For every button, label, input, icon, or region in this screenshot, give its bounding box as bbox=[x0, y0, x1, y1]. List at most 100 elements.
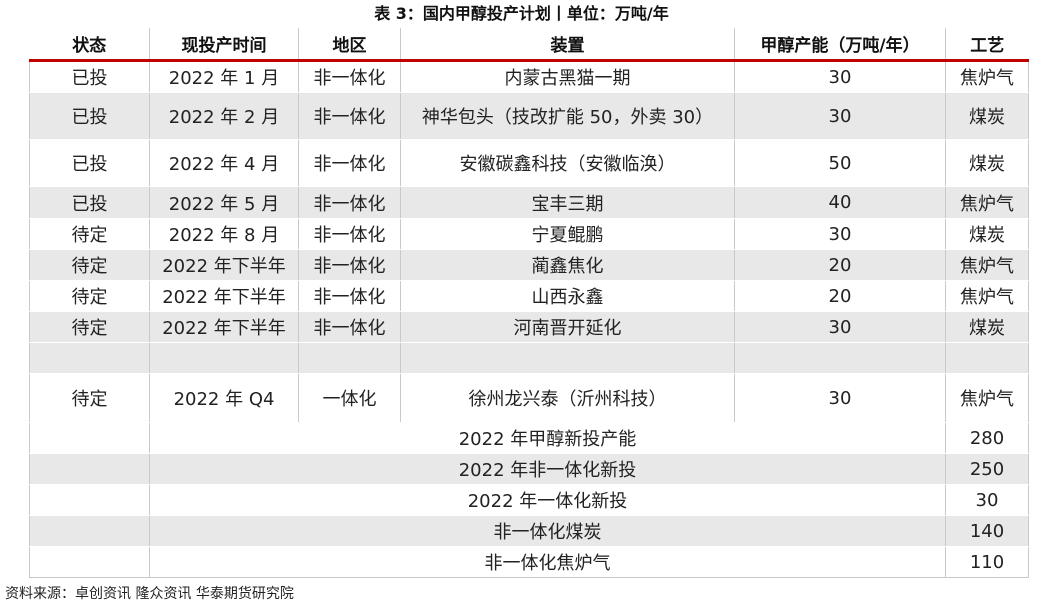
cell-capacity: 20 bbox=[734, 249, 946, 281]
table-row: 已投 2022 年 4 月 非一体化 安徽碳鑫科技（安徽临涣） 50 煤炭 bbox=[29, 139, 1029, 187]
table-row: 待定 2022 年下半年 非一体化 蔺鑫焦化 20 焦炉气 bbox=[29, 249, 1029, 281]
summary-blank bbox=[29, 515, 150, 547]
summary-label: 非一体化焦炉气 bbox=[149, 546, 946, 578]
cell-process bbox=[945, 342, 1029, 374]
cell-capacity: 30 bbox=[734, 311, 946, 343]
cell-capacity: 30 bbox=[734, 218, 946, 250]
cell-plant: 宝丰三期 bbox=[400, 186, 735, 219]
cell-capacity: 30 bbox=[734, 373, 946, 423]
summary-row: 2022 年非一体化新投 250 bbox=[29, 453, 1029, 485]
cell-time bbox=[149, 342, 299, 374]
summary-row: 2022 年一体化新投 30 bbox=[29, 484, 1029, 516]
table-title: 表 3：国内甲醇投产计划丨单位：万吨/年 bbox=[374, 4, 669, 23]
cell-status: 待定 bbox=[29, 373, 150, 423]
cell-time: 2022 年下半年 bbox=[149, 280, 299, 312]
cell-process: 焦炉气 bbox=[945, 186, 1029, 219]
cell-process: 煤炭 bbox=[945, 218, 1029, 250]
cell-time: 2022 年下半年 bbox=[149, 311, 299, 343]
cell-status: 已投 bbox=[29, 60, 150, 93]
cell-plant: 蔺鑫焦化 bbox=[400, 249, 735, 281]
cell-time: 2022 年下半年 bbox=[149, 249, 299, 281]
header-process: 工艺 bbox=[945, 28, 1029, 62]
cell-process: 焦炉气 bbox=[945, 373, 1029, 423]
cell-region: 非一体化 bbox=[298, 311, 401, 343]
cell-plant: 神华包头（技改扩能 50，外卖 30） bbox=[400, 92, 735, 140]
capacity-table: 状态 现投产时间 地区 装置 甲醇产能（万吨/年） 工艺 已投 2022 年 1… bbox=[29, 28, 1029, 578]
cell-region bbox=[298, 342, 401, 374]
cell-plant: 内蒙古黑猫一期 bbox=[400, 60, 735, 93]
cell-region: 非一体化 bbox=[298, 249, 401, 281]
cell-capacity: 40 bbox=[734, 186, 946, 219]
cell-region: 非一体化 bbox=[298, 186, 401, 219]
cell-process: 煤炭 bbox=[945, 92, 1029, 140]
summary-label: 2022 年甲醇新投产能 bbox=[149, 422, 946, 454]
header-row: 状态 现投产时间 地区 装置 甲醇产能（万吨/年） 工艺 bbox=[29, 28, 1029, 62]
table-row-empty bbox=[29, 342, 1029, 374]
header-plant: 装置 bbox=[400, 28, 735, 62]
summary-value: 250 bbox=[945, 453, 1029, 485]
cell-time: 2022 年 2 月 bbox=[149, 92, 299, 140]
cell-process: 焦炉气 bbox=[945, 280, 1029, 312]
cell-capacity: 50 bbox=[734, 139, 946, 187]
cell-plant: 河南晋开延化 bbox=[400, 311, 735, 343]
cell-region: 一体化 bbox=[298, 373, 401, 423]
summary-label: 2022 年一体化新投 bbox=[149, 484, 946, 516]
cell-plant: 徐州龙兴泰（沂州科技） bbox=[400, 373, 735, 423]
cell-status: 已投 bbox=[29, 139, 150, 187]
cell-time: 2022 年 4 月 bbox=[149, 139, 299, 187]
table-row: 已投 2022 年 2 月 非一体化 神华包头（技改扩能 50，外卖 30） 3… bbox=[29, 92, 1029, 140]
summary-blank bbox=[29, 422, 150, 454]
cell-status: 已投 bbox=[29, 92, 150, 140]
table-row: 待定 2022 年 8 月 非一体化 宁夏鲲鹏 30 煤炭 bbox=[29, 218, 1029, 250]
cell-region: 非一体化 bbox=[298, 60, 401, 93]
header-time: 现投产时间 bbox=[149, 28, 299, 62]
summary-value: 280 bbox=[945, 422, 1029, 454]
cell-region: 非一体化 bbox=[298, 218, 401, 250]
cell-capacity: 30 bbox=[734, 92, 946, 140]
cell-time: 2022 年 5 月 bbox=[149, 186, 299, 219]
cell-status: 待定 bbox=[29, 280, 150, 312]
summary-blank bbox=[29, 453, 150, 485]
cell-plant: 安徽碳鑫科技（安徽临涣） bbox=[400, 139, 735, 187]
cell-capacity: 30 bbox=[734, 60, 946, 93]
summary-row: 非一体化煤炭 140 bbox=[29, 515, 1029, 547]
cell-process: 焦炉气 bbox=[945, 249, 1029, 281]
cell-status: 待定 bbox=[29, 218, 150, 250]
cell-plant: 山西永鑫 bbox=[400, 280, 735, 312]
cell-region: 非一体化 bbox=[298, 280, 401, 312]
cell-status: 待定 bbox=[29, 249, 150, 281]
cell-time: 2022 年 8 月 bbox=[149, 218, 299, 250]
cell-region: 非一体化 bbox=[298, 92, 401, 140]
summary-label: 2022 年非一体化新投 bbox=[149, 453, 946, 485]
summary-row: 非一体化焦炉气 110 bbox=[29, 546, 1029, 578]
cell-status: 已投 bbox=[29, 186, 150, 219]
summary-value: 110 bbox=[945, 546, 1029, 578]
cell-time: 2022 年 Q4 bbox=[149, 373, 299, 423]
cell-plant: 宁夏鲲鹏 bbox=[400, 218, 735, 250]
summary-label: 非一体化煤炭 bbox=[149, 515, 946, 547]
cell-process: 煤炭 bbox=[945, 311, 1029, 343]
summary-value: 140 bbox=[945, 515, 1029, 547]
header-status: 状态 bbox=[29, 28, 150, 62]
cell-process: 焦炉气 bbox=[945, 60, 1029, 93]
source-note: 资料来源：卓创资讯 隆众资讯 华泰期货研究院 bbox=[5, 586, 294, 602]
header-region: 地区 bbox=[298, 28, 401, 62]
summary-blank bbox=[29, 484, 150, 516]
table-row: 待定 2022 年 Q4 一体化 徐州龙兴泰（沂州科技） 30 焦炉气 bbox=[29, 373, 1029, 423]
cell-capacity: 20 bbox=[734, 280, 946, 312]
table-row: 已投 2022 年 5 月 非一体化 宝丰三期 40 焦炉气 bbox=[29, 186, 1029, 219]
cell-status: 待定 bbox=[29, 311, 150, 343]
summary-row: 2022 年甲醇新投产能 280 bbox=[29, 422, 1029, 454]
summary-blank bbox=[29, 546, 150, 578]
cell-capacity bbox=[734, 342, 946, 374]
cell-status bbox=[29, 342, 150, 374]
summary-value: 30 bbox=[945, 484, 1029, 516]
cell-process: 煤炭 bbox=[945, 139, 1029, 187]
table-row: 待定 2022 年下半年 非一体化 山西永鑫 20 焦炉气 bbox=[29, 280, 1029, 312]
cell-time: 2022 年 1 月 bbox=[149, 60, 299, 93]
table-row: 已投 2022 年 1 月 非一体化 内蒙古黑猫一期 30 焦炉气 bbox=[29, 60, 1029, 93]
header-capacity: 甲醇产能（万吨/年） bbox=[734, 28, 946, 62]
cell-plant bbox=[400, 342, 735, 374]
table-row: 待定 2022 年下半年 非一体化 河南晋开延化 30 煤炭 bbox=[29, 311, 1029, 343]
cell-region: 非一体化 bbox=[298, 139, 401, 187]
